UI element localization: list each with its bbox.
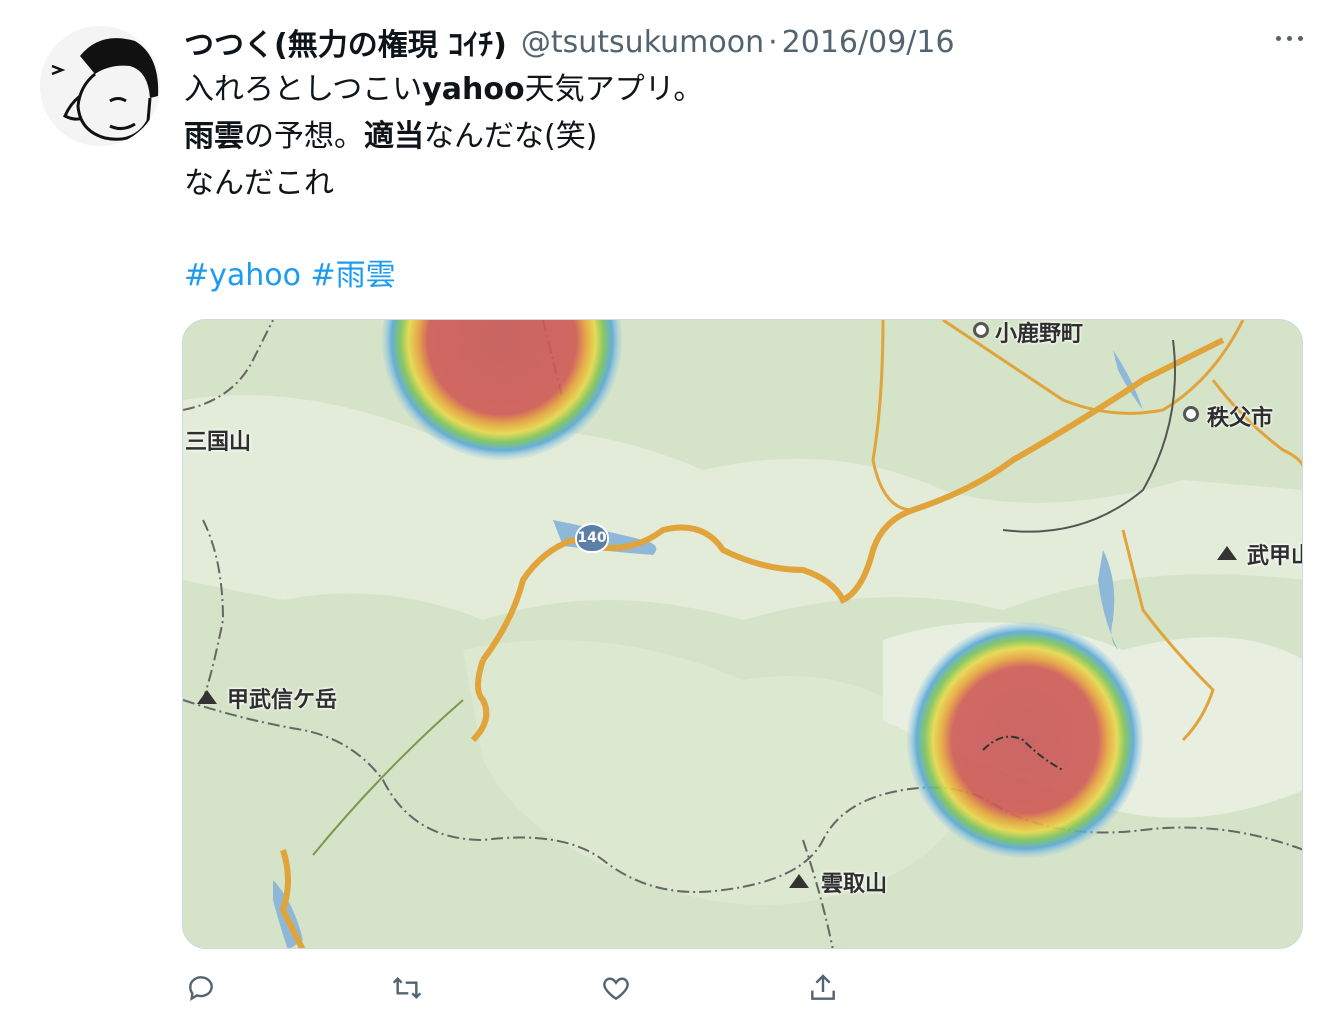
more-dot — [1287, 36, 1292, 41]
map-label-kobushi: 甲武信ケ岳 — [227, 688, 338, 713]
hashtags: #yahoo #雨雲 — [184, 256, 396, 296]
tweet-text-line-2: 雨雲の予想。適当なんだな(笑) — [184, 117, 597, 157]
text-segment: 天気アプリ。 — [524, 72, 704, 107]
text-segment: の予想。 — [244, 119, 364, 154]
reply-icon — [189, 976, 213, 1002]
tweet-action-bar — [0, 970, 1343, 1010]
text-segment: なんだな(笑) — [424, 119, 598, 154]
more-icon[interactable] — [1276, 36, 1303, 41]
tweet-media-map[interactable]: 小鹿野町 秩父市 三国山 武甲山 甲武信ケ岳 雲取山 140 — [182, 319, 1303, 949]
tweet-header: つつく(無力の権現 ｺｲﾁ) @tsutsukumoon · 2016/09/1… — [184, 20, 955, 64]
route-shield-icon: 140 — [575, 523, 609, 553]
mountain-icon — [197, 690, 217, 704]
map-label-kohano: 小鹿野町 — [995, 322, 1084, 347]
text-bold-segment: 適当 — [364, 119, 424, 154]
more-dot — [1276, 36, 1281, 41]
map-label-bukou: 武甲山 — [1247, 544, 1302, 569]
retweet-button[interactable] — [389, 970, 425, 1006]
heart-icon — [603, 977, 629, 1001]
like-button[interactable] — [598, 970, 634, 1006]
text-segment: 入れろとしつこい — [184, 72, 423, 107]
retweet-icon — [392, 976, 422, 1000]
hashtag-link[interactable]: #雨雲 — [311, 258, 396, 293]
avatar-image — [40, 26, 160, 146]
display-name[interactable]: つつく(無力の権現 ｺｲﾁ) — [184, 20, 507, 64]
share-button[interactable] — [805, 970, 841, 1006]
user-handle[interactable]: @tsutsukumoon — [521, 25, 764, 60]
tweet-text-line-1: 入れろとしつこいyahoo天気アプリ。 — [184, 70, 703, 110]
map-label-kumotori: 雲取山 — [821, 872, 888, 897]
share-icon — [811, 974, 835, 1000]
tweet-text-line-3: なんだこれ — [184, 166, 334, 201]
avatar[interactable] — [40, 26, 160, 146]
map-label-mikuniyama: 三国山 — [185, 430, 252, 455]
hashtag-link[interactable]: #yahoo — [184, 258, 301, 293]
more-dot — [1298, 36, 1303, 41]
map-pin-chichibu — [1183, 406, 1199, 422]
map-label-chichibu: 秩父市 — [1207, 406, 1274, 431]
separator-dot: · — [768, 24, 778, 60]
map-pin-kohano — [973, 322, 989, 338]
mountain-icon — [1217, 546, 1237, 560]
map-graphic — [183, 320, 1302, 948]
text-bold-segment: 雨雲 — [184, 119, 244, 154]
text-bold-segment: yahoo — [422, 72, 525, 107]
reply-button[interactable] — [183, 970, 219, 1006]
tweet-date[interactable]: 2016/09/16 — [782, 25, 955, 60]
mountain-icon — [789, 874, 809, 888]
